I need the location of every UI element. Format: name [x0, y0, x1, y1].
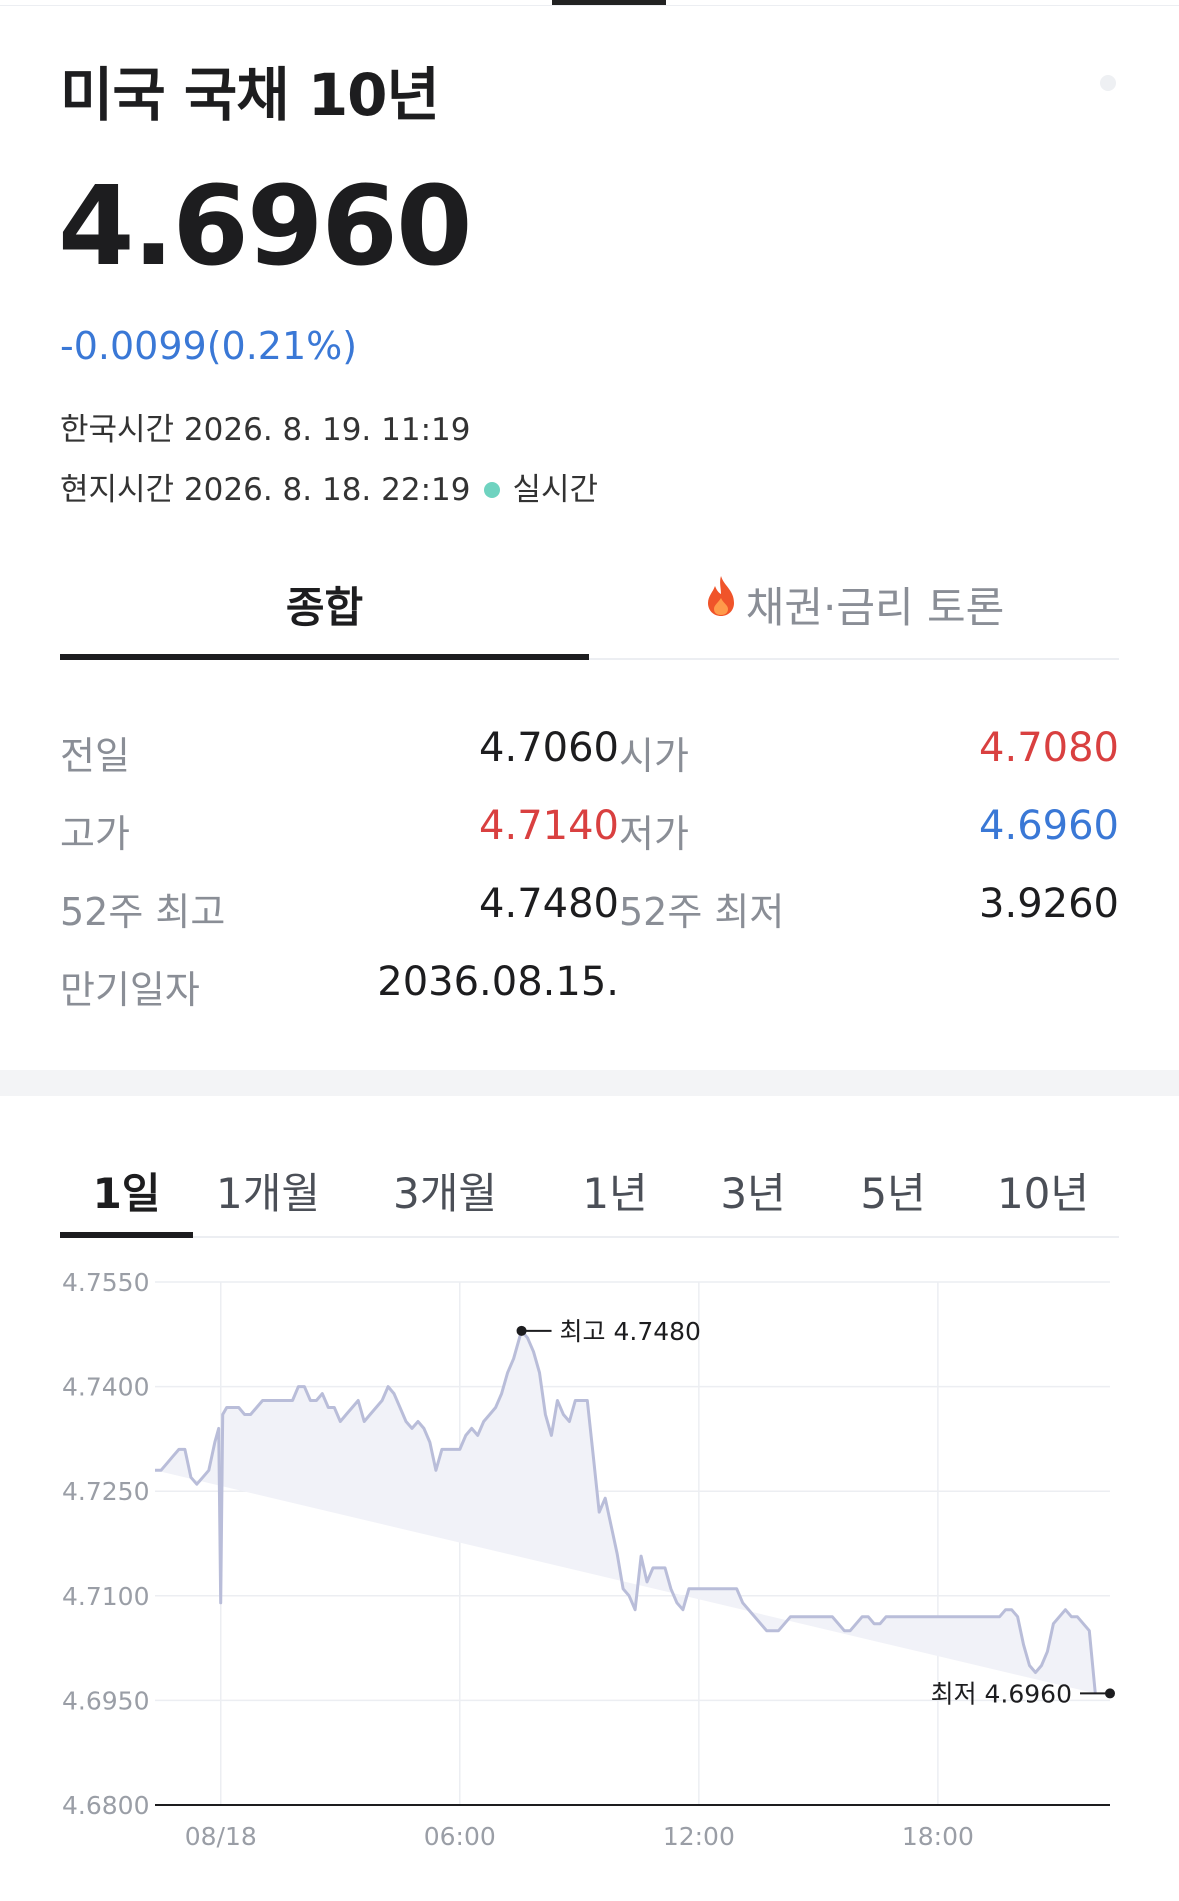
- current-price: 4.6960: [58, 162, 472, 290]
- local-time: 현지시간 2026. 8. 18. 22:19: [60, 472, 471, 508]
- high-label: 고가: [60, 812, 130, 856]
- change-value: -0.0099: [60, 324, 207, 368]
- yield-chart[interactable]: 4.7550 4.7400 4.7250 4.7100 4.6950 4.6800 08/1…: [0, 1240, 1179, 1901]
- prev-close-value: 4.7060: [479, 725, 619, 771]
- open-label: 시가: [619, 734, 689, 778]
- y-tick-label: 4.7550: [62, 1268, 149, 1297]
- local-time-row: 현지시간 2026. 8. 18. 22:19 실시간: [60, 464, 598, 509]
- min-annotation-label: 최저 4.6960: [931, 1679, 1072, 1708]
- tab-summary-label: 종합: [285, 583, 364, 632]
- high52-value: 4.7480: [479, 881, 619, 927]
- x-tick-label: 12:00: [663, 1822, 735, 1851]
- y-tick-label: 4.7100: [62, 1582, 149, 1611]
- min-point: [1105, 1688, 1115, 1699]
- stat-row: 전일 4.7060 시가 4.7080: [60, 725, 1119, 785]
- low-value: 4.6960: [979, 803, 1119, 849]
- x-tick-label: 08/18: [185, 1822, 257, 1851]
- change-percent: (0.21%): [206, 324, 358, 368]
- high52-label: 52주 최고: [60, 890, 226, 934]
- y-tick-label: 4.7400: [62, 1373, 149, 1402]
- tab-period-3y[interactable]: 3년: [688, 1150, 818, 1238]
- live-dot-icon: [484, 482, 501, 498]
- fire-icon: [707, 576, 734, 616]
- page-title: 미국 국채 10년: [60, 61, 440, 129]
- maturity-value: 2036.08.15.: [377, 959, 619, 1005]
- more-icon[interactable]: [1100, 75, 1116, 91]
- tab-discussion-label: 채권·금리 토론: [745, 583, 1005, 632]
- tab-period-1y[interactable]: 1년: [550, 1150, 680, 1238]
- tab-period-5y[interactable]: 5년: [828, 1150, 958, 1238]
- y-tick-label: 4.6950: [62, 1686, 149, 1715]
- section-divider: [0, 1070, 1179, 1096]
- maturity-label: 만기일자: [60, 968, 200, 1012]
- low-label: 저가: [619, 812, 689, 856]
- stat-row: 만기일자 2036.08.15.: [60, 959, 1119, 1019]
- tab-period-1m[interactable]: 1개월: [193, 1150, 343, 1238]
- tab-discussion[interactable]: 채권·금리 토론: [589, 560, 1119, 660]
- series-area: [155, 1330, 1096, 1694]
- korea-time: 한국시간 2026. 8. 19. 11:19: [60, 412, 471, 448]
- tab-period-1d[interactable]: 1일: [60, 1150, 193, 1238]
- tab-summary[interactable]: 종합: [60, 560, 589, 660]
- divider: [0, 5, 1179, 6]
- tab-period-10y[interactable]: 10년: [968, 1150, 1118, 1238]
- chart-svg: 4.7550 4.7400 4.7250 4.7100 4.6950 4.6800 08/1…: [62, 1268, 1115, 1851]
- price-change: -0.0099(0.21%): [60, 324, 357, 368]
- max-point: [516, 1325, 527, 1336]
- y-tick-label: 4.6800: [62, 1791, 149, 1820]
- open-value: 4.7080: [979, 725, 1119, 771]
- high-value: 4.7140: [479, 803, 619, 849]
- prev-close-label: 전일: [60, 734, 130, 778]
- low52-label: 52주 최저: [619, 890, 785, 934]
- main-tabs: 종합 채권·금리 토론: [60, 560, 1119, 660]
- x-tick-label: 18:00: [902, 1822, 974, 1851]
- low52-value: 3.9260: [979, 881, 1119, 927]
- tab-period-3m[interactable]: 3개월: [370, 1150, 520, 1238]
- live-label: 실시간: [512, 472, 599, 508]
- stat-row: 52주 최고 4.7480 52주 최저 3.9260: [60, 881, 1119, 941]
- period-tabs: 1일 1개월 3개월 1년 3년 5년 10년: [60, 1150, 1119, 1238]
- x-tick-label: 06:00: [424, 1822, 496, 1851]
- stat-row: 고가 4.7140 저가 4.6960: [60, 803, 1119, 863]
- y-tick-label: 4.7250: [62, 1477, 149, 1506]
- max-annotation-label: 최고 4.7480: [560, 1317, 701, 1346]
